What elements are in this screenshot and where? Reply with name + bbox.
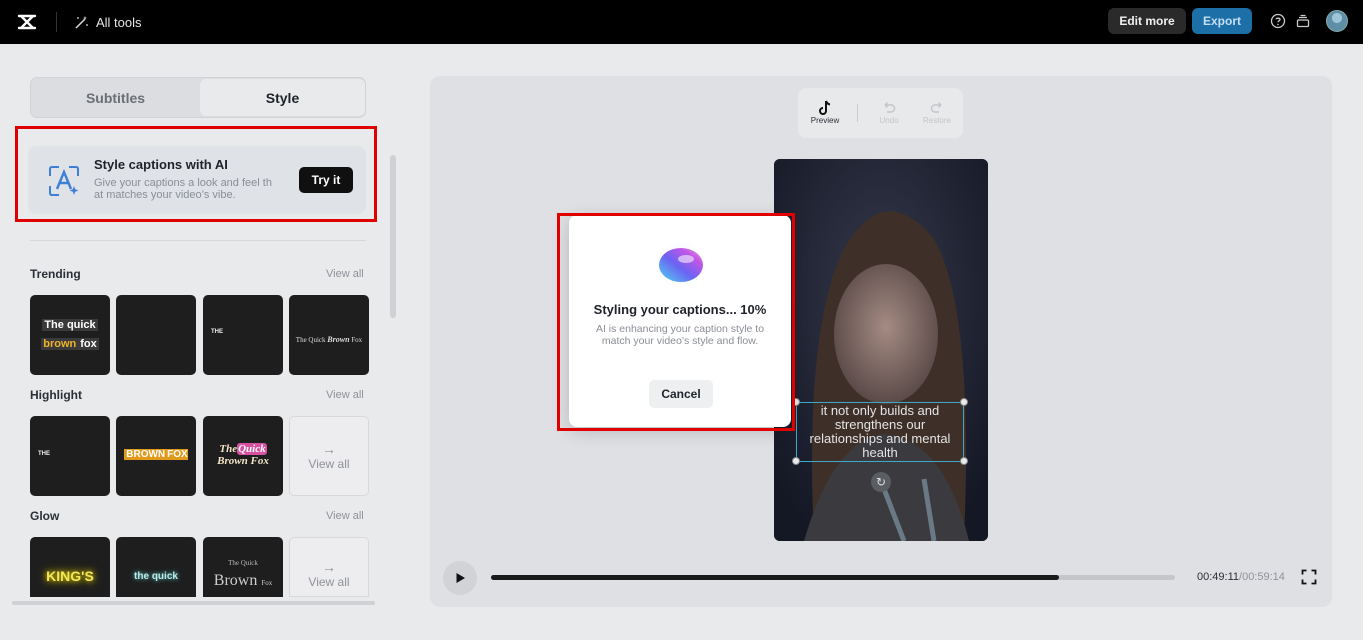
caption-line-1: it not only builds and — [810, 404, 951, 418]
glow-title: Glow — [30, 509, 59, 523]
fullscreen-icon[interactable] — [1301, 569, 1317, 585]
rotate-icon[interactable]: ↻ — [871, 472, 891, 492]
style-tile-highlight-1[interactable]: THE — [30, 416, 110, 496]
all-tools-label: All tools — [96, 15, 142, 30]
highlight-view-all-link[interactable]: View all — [326, 389, 364, 401]
total-time: /00:59:14 — [1239, 571, 1285, 583]
style-tile-glow-3[interactable]: The Quick Brown Fox — [203, 537, 283, 597]
play-button[interactable] — [443, 561, 477, 595]
style-tile-trending-4[interactable]: The Quick Brown Fox — [289, 295, 369, 375]
style-tile-glow-1[interactable]: KING'S — [30, 537, 110, 597]
edit-more-button[interactable]: Edit more — [1108, 8, 1186, 34]
highlight-title: Highlight — [30, 388, 82, 402]
tile-text: The Quick Brown Fox — [289, 335, 369, 344]
caption-line-3: relationships and mental — [810, 432, 951, 446]
trending-title: Trending — [30, 267, 81, 281]
topbar-divider — [56, 12, 57, 32]
style-tile-trending-1[interactable]: The quick brownfox — [30, 295, 110, 375]
current-time: 00:49:11 — [1197, 571, 1239, 583]
glow-view-all-tile[interactable]: → View all — [289, 537, 369, 597]
caption-line-4: health — [810, 446, 951, 460]
tile-text-2: brownfox — [30, 335, 110, 354]
tile-text-2: Brown Fox — [203, 572, 283, 590]
preview-button[interactable]: Preview — [805, 100, 845, 125]
timecode: 00:49:11/00:59:14 — [1197, 571, 1285, 583]
arrow-right-icon: → — [322, 441, 336, 457]
tile-text: BROWNFOX — [116, 449, 196, 460]
play-icon — [454, 572, 466, 584]
highlight-box-ai-card — [15, 126, 377, 222]
style-tile-glow-2[interactable]: the quick — [116, 537, 196, 597]
tile-text: THE — [38, 451, 50, 457]
highlight-view-all-tile[interactable]: → View all — [289, 416, 369, 496]
redo-icon — [930, 100, 944, 116]
playback-progress-track[interactable] — [491, 575, 1175, 580]
view-all-label: View all — [308, 457, 349, 471]
tiktok-icon — [818, 100, 832, 116]
preview-label: Preview — [811, 116, 839, 125]
all-tools-button[interactable]: All tools — [74, 12, 142, 32]
magic-wand-icon — [74, 15, 89, 30]
style-tile-trending-3[interactable]: THE — [203, 295, 283, 375]
tile-text: TheQuick Brown Fox — [203, 443, 283, 467]
resize-handle-bottom-right[interactable] — [960, 457, 968, 465]
arrow-right-icon: → — [322, 559, 336, 575]
tab-style[interactable]: Style — [200, 79, 365, 116]
tile-text: KING'S — [30, 568, 110, 584]
export-button[interactable]: Export — [1192, 8, 1252, 34]
style-tile-highlight-3[interactable]: TheQuick Brown Fox — [203, 416, 283, 496]
glow-view-all-link[interactable]: View all — [326, 510, 364, 522]
highlight-box-dialog — [557, 213, 795, 431]
toolbar-divider — [857, 104, 858, 122]
caption-text-box[interactable]: it not only builds and strengthens our r… — [796, 402, 964, 462]
resize-handle-bottom-left[interactable] — [792, 457, 800, 465]
caption-tabs: Subtitles Style — [30, 77, 366, 118]
avatar[interactable] — [1326, 10, 1348, 32]
trending-view-all-link[interactable]: View all — [326, 268, 364, 280]
undo-button[interactable]: Undo — [869, 100, 909, 125]
restore-button[interactable]: Restore — [917, 100, 957, 125]
playback-progress-fill — [491, 575, 1059, 580]
help-icon[interactable] — [1270, 13, 1286, 29]
tile-text: The quick — [30, 316, 110, 335]
undo-label: Undo — [879, 116, 898, 125]
tile-text: the quick — [116, 571, 196, 582]
restore-label: Restore — [923, 116, 951, 125]
tile-text: The Quick — [203, 559, 283, 567]
capcut-logo-icon[interactable] — [16, 11, 38, 33]
top-bar: All tools Edit more Export — [0, 0, 1363, 44]
divider — [30, 240, 366, 241]
tab-subtitles[interactable]: Subtitles — [32, 79, 199, 116]
tile-text: THE — [211, 329, 223, 335]
undo-icon — [882, 100, 896, 116]
resize-handle-top-right[interactable] — [960, 398, 968, 406]
vertical-scrollbar[interactable] — [390, 155, 396, 318]
caption-line-2: strengthens our — [810, 418, 951, 432]
style-tile-highlight-2[interactable]: BROWNFOX — [116, 416, 196, 496]
horizontal-scrollbar[interactable] — [12, 601, 375, 605]
view-all-label: View all — [308, 575, 349, 589]
layers-icon[interactable] — [1295, 13, 1311, 29]
style-tile-trending-2[interactable] — [116, 295, 196, 375]
